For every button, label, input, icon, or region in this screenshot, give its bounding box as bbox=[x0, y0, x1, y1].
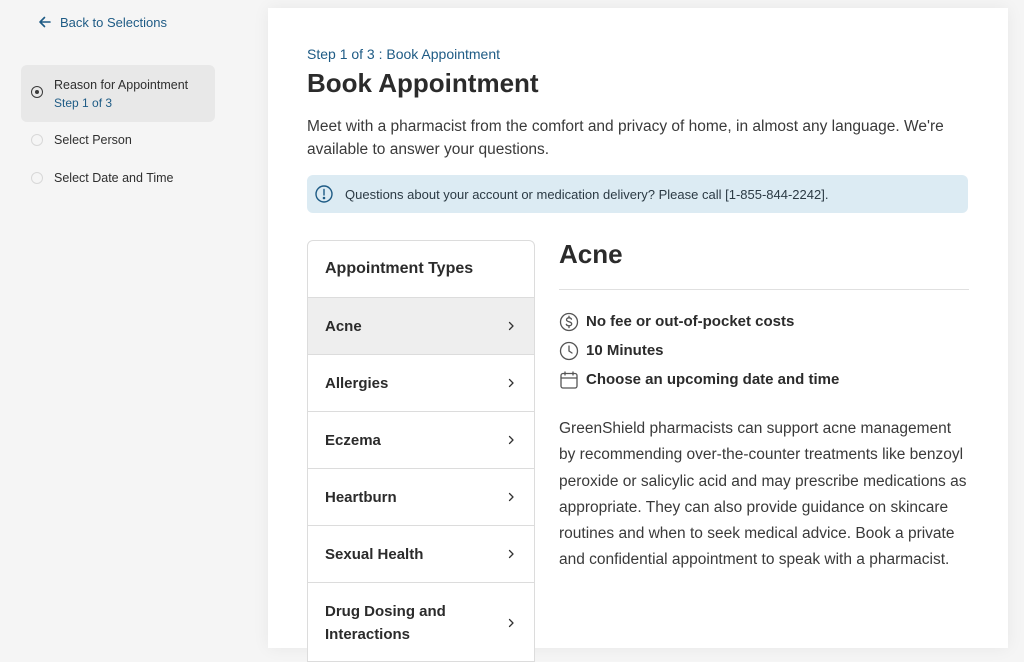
detail-description: GreenShield pharmacists can support acne… bbox=[559, 420, 967, 569]
feature-label: No fee or out-of-pocket costs bbox=[586, 313, 795, 330]
type-item-drug-dosing[interactable]: Drug Dosing and Interactions bbox=[308, 583, 534, 661]
appointment-detail: Acne No fee or out-of-pocket costs 10 Mi… bbox=[559, 236, 969, 574]
page-title: Book Appointment bbox=[307, 68, 539, 98]
appointment-types-panel: Appointment Types Acne Allergies Eczema … bbox=[307, 240, 535, 662]
divider bbox=[559, 289, 969, 290]
back-link-label: Back to Selections bbox=[60, 14, 167, 30]
arrow-left-icon bbox=[39, 16, 51, 28]
feature-schedule: Choose an upcoming date and time bbox=[559, 365, 969, 394]
intro-text: Meet with a pharmacist from the comfort … bbox=[307, 118, 944, 158]
type-item-label: Eczema bbox=[325, 431, 381, 449]
step-radio-icon bbox=[31, 134, 43, 146]
back-to-selections-link[interactable]: Back to Selections bbox=[38, 13, 167, 31]
step-select-person[interactable]: Select Person bbox=[21, 130, 215, 150]
chevron-right-icon bbox=[508, 378, 514, 388]
feature-label: 10 Minutes bbox=[586, 342, 664, 359]
type-item-label: Sexual Health bbox=[325, 545, 424, 563]
feature-cost: No fee or out-of-pocket costs bbox=[559, 307, 969, 336]
chevron-right-icon bbox=[508, 321, 514, 331]
type-item-label: Drug Dosing and Interactions bbox=[325, 603, 446, 643]
clock-icon bbox=[559, 341, 579, 360]
feature-list: No fee or out-of-pocket costs 10 Minutes… bbox=[559, 307, 969, 394]
type-item-label: Acne bbox=[325, 317, 362, 335]
step-reason-for-appointment[interactable]: Reason for Appointment Step 1 of 3 bbox=[21, 65, 215, 122]
feature-label: Choose an upcoming date and time bbox=[586, 371, 840, 388]
chevron-right-icon bbox=[508, 435, 514, 445]
main-card: Step 1 of 3 : Book Appointment Book Appo… bbox=[268, 8, 1008, 662]
step-radio-active-icon bbox=[31, 86, 43, 98]
chevron-right-icon bbox=[508, 492, 514, 502]
appointment-types-header: Appointment Types bbox=[308, 241, 534, 298]
type-item-heartburn[interactable]: Heartburn bbox=[308, 469, 534, 526]
info-banner-text: Questions about your account or medicati… bbox=[345, 186, 829, 202]
info-banner: Questions about your account or medicati… bbox=[307, 175, 968, 213]
feature-duration: 10 Minutes bbox=[559, 336, 969, 365]
dollar-icon bbox=[559, 312, 579, 331]
type-item-acne[interactable]: Acne bbox=[308, 298, 534, 355]
breadcrumb: Step 1 of 3 : Book Appointment bbox=[307, 46, 501, 62]
type-item-label: Heartburn bbox=[325, 488, 397, 506]
step-radio-icon bbox=[31, 172, 43, 184]
step-progress: Step 1 of 3 bbox=[54, 96, 113, 110]
step-label: Select Date and Time bbox=[54, 171, 174, 185]
chevron-right-icon bbox=[508, 618, 514, 628]
step-label: Select Person bbox=[54, 133, 132, 147]
type-item-eczema[interactable]: Eczema bbox=[308, 412, 534, 469]
step-label: Reason for Appointment bbox=[54, 78, 189, 92]
calendar-icon bbox=[560, 370, 578, 389]
type-item-sexual-health[interactable]: Sexual Health bbox=[308, 526, 534, 583]
chevron-right-icon bbox=[508, 549, 514, 559]
step-select-date-time[interactable]: Select Date and Time bbox=[21, 168, 215, 188]
type-item-label: Allergies bbox=[325, 374, 389, 392]
type-item-allergies[interactable]: Allergies bbox=[308, 355, 534, 412]
info-icon bbox=[315, 185, 333, 203]
sidebar: Back to Selections Reason for Appointmen… bbox=[0, 0, 240, 640]
detail-title: Acne bbox=[559, 239, 623, 269]
